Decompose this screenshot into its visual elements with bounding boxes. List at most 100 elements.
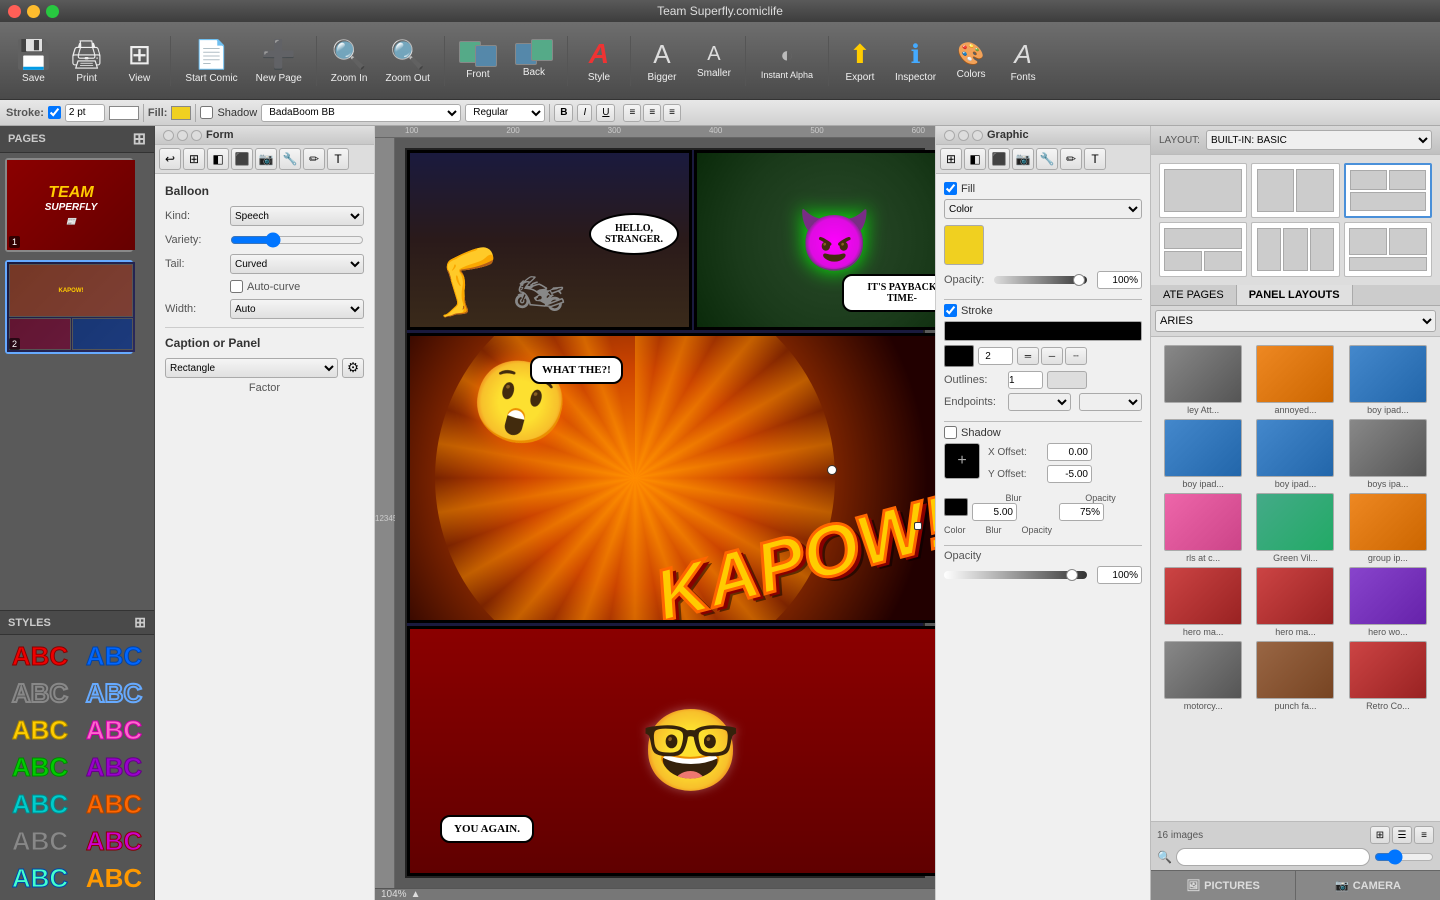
anchor-corner[interactable] bbox=[914, 522, 922, 530]
fill-type-select[interactable]: Color bbox=[944, 199, 1142, 219]
style-item-1[interactable]: ABC bbox=[4, 639, 76, 674]
style-item-11[interactable]: ABC bbox=[4, 824, 76, 859]
opacity-slider-thumb[interactable] bbox=[1073, 274, 1085, 286]
style-item-10[interactable]: ABC bbox=[78, 787, 150, 822]
back-button[interactable]: Back bbox=[507, 26, 561, 96]
export-button[interactable]: ⬆ Export bbox=[835, 26, 885, 96]
auto-curve-checkbox[interactable] bbox=[230, 280, 243, 293]
layout-option-6[interactable] bbox=[1344, 222, 1432, 277]
camera-tab[interactable]: 📷 CAMERA bbox=[1296, 871, 1440, 900]
gtool-2[interactable]: ◧ bbox=[964, 148, 986, 170]
save-button[interactable]: 💾 Save bbox=[8, 26, 59, 96]
close-button[interactable] bbox=[8, 5, 21, 18]
photo-item-3[interactable]: boy ipad... bbox=[1344, 345, 1432, 415]
stroke-style-btn-1[interactable]: ═ bbox=[1017, 347, 1039, 365]
smaller-button[interactable]: A Smaller bbox=[689, 26, 739, 96]
opacity-section-slider[interactable] bbox=[944, 571, 1087, 579]
italic-button[interactable]: I bbox=[577, 104, 592, 122]
photo-item-13[interactable]: motorcy... bbox=[1159, 641, 1247, 711]
stroke-color-swatch[interactable] bbox=[109, 106, 139, 120]
gtool-7[interactable]: T bbox=[1084, 148, 1106, 170]
gtool-4[interactable]: 📷 bbox=[1012, 148, 1034, 170]
layout-select[interactable]: BUILT-IN: BASIC bbox=[1206, 130, 1432, 150]
page-thumb-2[interactable]: KAPOW! 2 bbox=[5, 260, 133, 354]
colors-button[interactable]: 🎨 Colors bbox=[946, 26, 996, 96]
outlines-input[interactable] bbox=[1008, 371, 1043, 389]
styles-expand-icon[interactable]: ⊞ bbox=[134, 614, 146, 631]
photo-item-10[interactable]: hero ma... bbox=[1159, 567, 1247, 637]
zoom-in-button[interactable]: 🔍 Zoom In bbox=[323, 26, 376, 96]
photo-item-2[interactable]: annoyed... bbox=[1251, 345, 1339, 415]
shadow-color-box[interactable]: + bbox=[944, 443, 980, 479]
fill-color-swatch[interactable] bbox=[171, 106, 191, 120]
width-select[interactable]: Auto bbox=[230, 299, 364, 319]
opacity-section-thumb[interactable] bbox=[1066, 569, 1078, 581]
underline-button[interactable]: U bbox=[596, 104, 615, 122]
shadow-color-swatch[interactable] bbox=[944, 498, 968, 516]
endpoints-select-1[interactable] bbox=[1008, 393, 1071, 411]
fill-color-box[interactable] bbox=[944, 225, 984, 265]
font-family-select[interactable]: BadaBoom BB bbox=[261, 104, 461, 122]
pictures-tab[interactable]: 🖼 PICTURES bbox=[1151, 871, 1296, 900]
anchor-point[interactable] bbox=[827, 465, 837, 475]
inspector-button[interactable]: ℹ Inspector bbox=[887, 26, 944, 96]
endpoints-select-2[interactable] bbox=[1079, 393, 1142, 411]
shadow-checkbox-2[interactable] bbox=[944, 426, 957, 439]
tail-select[interactable]: Curved bbox=[230, 254, 364, 274]
panel-close-btn[interactable] bbox=[163, 130, 174, 141]
align-left-button[interactable]: ≡ bbox=[623, 104, 641, 122]
print-button[interactable]: 🖨 Print bbox=[61, 26, 113, 96]
fonts-button[interactable]: A Fonts bbox=[998, 26, 1048, 96]
variety-slider[interactable] bbox=[230, 232, 364, 248]
stroke-style-btn-2[interactable]: ─ bbox=[1041, 347, 1063, 365]
caption-type-select[interactable]: Rectangle bbox=[165, 358, 338, 378]
graphic-close-btn[interactable] bbox=[944, 130, 955, 141]
gtool-5[interactable]: 🔧 bbox=[1036, 148, 1058, 170]
style-item-5[interactable]: ABC bbox=[4, 713, 76, 748]
photo-item-1[interactable]: ley Att... bbox=[1159, 345, 1247, 415]
list-view-btn[interactable]: ☰ bbox=[1392, 826, 1412, 844]
maximize-button[interactable] bbox=[46, 5, 59, 18]
stroke-checkbox-2[interactable] bbox=[944, 304, 957, 317]
detail-view-btn[interactable]: ≡ bbox=[1414, 826, 1434, 844]
form-tool-2[interactable]: ⊞ bbox=[183, 148, 205, 170]
style-item-6[interactable]: ABC bbox=[78, 713, 150, 748]
style-item-7[interactable]: ABC bbox=[4, 750, 76, 785]
photo-item-14[interactable]: punch fa... bbox=[1251, 641, 1339, 711]
gtool-1[interactable]: ⊞ bbox=[940, 148, 962, 170]
layout-option-3[interactable] bbox=[1344, 163, 1432, 218]
gtool-6[interactable]: ✏ bbox=[1060, 148, 1082, 170]
tab-ate-pages[interactable]: ATE PAGES bbox=[1151, 285, 1237, 305]
style-item-8[interactable]: ABC bbox=[78, 750, 150, 785]
pages-expand-icon[interactable]: ⊞ bbox=[133, 129, 146, 149]
y-offset-input[interactable] bbox=[1047, 465, 1092, 483]
stroke-style-btn-3[interactable]: ┄ bbox=[1065, 347, 1087, 365]
opacity-section-input[interactable] bbox=[1097, 566, 1142, 584]
canvas-content[interactable]: 🦵 🏍 HELLO, STRANGER. 😈 bbox=[395, 138, 935, 888]
zoom-out-button[interactable]: 🔍 Zoom Out bbox=[377, 26, 437, 96]
photo-item-4[interactable]: boy ipad... bbox=[1159, 419, 1247, 489]
kind-select[interactable]: Speech bbox=[230, 206, 364, 226]
photo-item-5[interactable]: boy ipad... bbox=[1251, 419, 1339, 489]
shadow-checkbox[interactable] bbox=[200, 106, 213, 119]
stroke-color-swatch-2[interactable] bbox=[944, 345, 974, 367]
style-item-9[interactable]: ABC bbox=[4, 787, 76, 822]
shadow-opacity-input[interactable] bbox=[1059, 503, 1104, 521]
photo-item-7[interactable]: rls at c... bbox=[1159, 493, 1247, 563]
form-tool-6[interactable]: 🔧 bbox=[279, 148, 301, 170]
x-offset-input[interactable] bbox=[1047, 443, 1092, 461]
fill-checkbox[interactable] bbox=[944, 182, 957, 195]
photo-item-6[interactable]: boys ipa... bbox=[1344, 419, 1432, 489]
stroke-checkbox[interactable] bbox=[48, 106, 61, 119]
stroke-width-input[interactable] bbox=[65, 104, 105, 122]
opacity-slider-track[interactable] bbox=[994, 276, 1087, 284]
front-button[interactable]: Front bbox=[451, 26, 505, 96]
style-item-4[interactable]: ABC bbox=[78, 676, 150, 711]
start-comic-button[interactable]: 📄 Start Comic bbox=[177, 26, 245, 96]
form-tool-5[interactable]: 📷 bbox=[255, 148, 277, 170]
photo-item-8[interactable]: Green Vil... bbox=[1251, 493, 1339, 563]
panel-min-btn[interactable] bbox=[177, 130, 188, 141]
align-right-button[interactable]: ≡ bbox=[663, 104, 681, 122]
stroke-width-input-2[interactable] bbox=[978, 347, 1013, 365]
panel-max-btn[interactable] bbox=[191, 130, 202, 141]
